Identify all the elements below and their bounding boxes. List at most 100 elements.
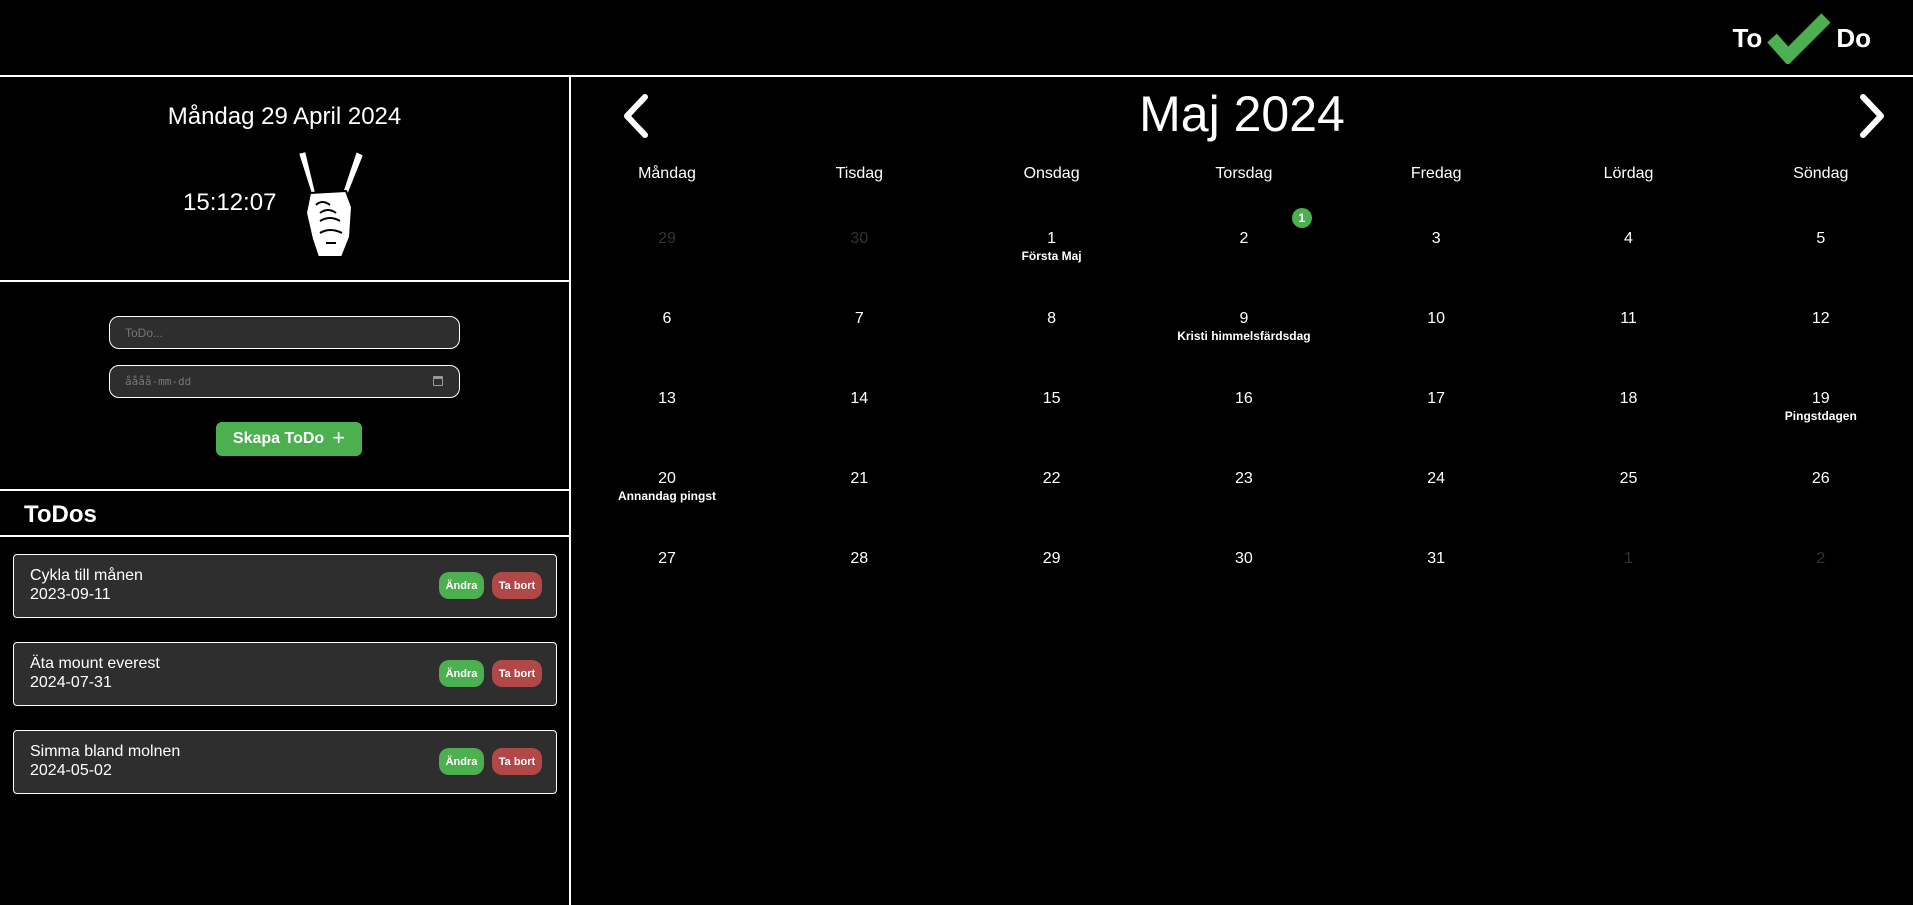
calendar-day[interactable]: 16 <box>1148 390 1340 408</box>
holiday-label: Kristi himmelsfärdsdag <box>1177 329 1311 343</box>
weekday-header: Söndag <box>1793 165 1849 182</box>
calendar-day[interactable]: 21 <box>763 470 955 488</box>
calendar-day[interactable]: 15 <box>956 390 1148 408</box>
calendar-day[interactable]: 11 <box>1533 310 1725 328</box>
calendar-day[interactable]: 27 <box>571 550 763 568</box>
calendar-icon[interactable] <box>433 376 443 386</box>
calendar-day[interactable]: 10 <box>1340 310 1532 328</box>
weekday-header: Onsdag <box>1023 165 1080 182</box>
calendar-day[interactable]: 26 <box>1725 470 1913 488</box>
delete-todo-button[interactable]: Ta bort <box>492 660 542 687</box>
day-number: 25 <box>1619 470 1638 487</box>
day-number: 21 <box>850 470 869 487</box>
day-number: 8 <box>1047 310 1057 327</box>
day-number: 13 <box>658 390 676 407</box>
day-number: 7 <box>854 310 864 327</box>
day-number: 29 <box>658 230 676 247</box>
weekday-header: Måndag <box>638 165 696 182</box>
calendar: Maj 2024 Måndag Tisdag Onsdag Torsdag Fredag… <box>571 77 1913 905</box>
plus-icon: + <box>332 425 346 450</box>
day-number: 3 <box>1431 230 1441 247</box>
rock-hand-icon <box>296 149 366 258</box>
create-todo-label: Skapa ToDo <box>232 430 325 447</box>
day-number: 26 <box>1811 470 1830 487</box>
day-number: 22 <box>1042 470 1061 487</box>
day-number: 5 <box>1816 230 1826 247</box>
day-number: 27 <box>658 550 676 567</box>
edit-todo-button[interactable]: Ändra <box>439 748 484 775</box>
date-input-placeholder: åååå-mm-dd <box>125 375 192 388</box>
calendar-day[interactable]: 1 Första Maj <box>956 230 1148 263</box>
calendar-day[interactable]: 19 Pingstdagen <box>1725 390 1913 423</box>
date-input[interactable]: åååå-mm-dd <box>109 365 460 398</box>
day-number: 2 <box>1239 230 1249 247</box>
edit-todo-button[interactable]: Ändra <box>439 660 484 687</box>
calendar-day[interactable]: 20 Annandag pingst <box>571 470 763 503</box>
calendar-day[interactable]: 9 Kristi himmelsfärdsdag <box>1148 310 1340 343</box>
calendar-day[interactable]: 6 <box>571 310 763 328</box>
calendar-day[interactable]: 28 <box>763 550 955 568</box>
current-time: 15:12:07 <box>183 189 277 216</box>
delete-todo-button[interactable]: Ta bort <box>492 748 542 775</box>
app-header: To Do <box>0 0 1913 77</box>
calendar-day[interactable]: 4 <box>1533 230 1725 248</box>
logo-text-left: To <box>1732 22 1763 53</box>
calendar-day[interactable]: 3 <box>1340 230 1532 248</box>
checkmark-icon <box>1767 13 1831 64</box>
day-number: 29 <box>1042 550 1061 567</box>
day-number: 1 <box>1624 550 1633 567</box>
calendar-day[interactable]: 30 <box>763 230 955 248</box>
calendar-day[interactable]: 22 <box>956 470 1148 488</box>
todo-date: 2023-09-11 <box>30 586 111 603</box>
edit-todo-button[interactable]: Ändra <box>439 572 484 599</box>
create-todo-form: ToDo... åååå-mm-dd Skapa ToDo + <box>0 282 569 491</box>
delete-todo-button[interactable]: Ta bort <box>492 572 542 599</box>
day-number: 28 <box>850 550 869 567</box>
calendar-day[interactable]: 8 <box>956 310 1148 328</box>
weekday-header: Tisdag <box>835 165 884 182</box>
todo-input-placeholder: ToDo... <box>125 325 164 340</box>
todo-item: Simma bland molnen 2024-05-02 Ändra Ta b… <box>13 730 557 794</box>
calendar-day[interactable]: 29 <box>956 550 1148 568</box>
calendar-day[interactable]: 25 <box>1533 470 1725 488</box>
chevron-right-icon[interactable] <box>1857 93 1889 139</box>
weekday-header: Torsdag <box>1215 165 1273 182</box>
calendar-day[interactable]: 14 <box>763 390 955 408</box>
day-number: 1 <box>1047 230 1057 247</box>
calendar-day[interactable]: 17 <box>1340 390 1532 408</box>
holiday-label: Första Maj <box>1021 249 1082 263</box>
create-todo-button[interactable]: Skapa ToDo + <box>216 422 362 456</box>
day-number: 30 <box>850 230 869 247</box>
todos-heading-bar: ToDos <box>0 491 569 537</box>
todo-input[interactable]: ToDo... <box>109 316 460 349</box>
calendar-day[interactable]: 29 <box>571 230 763 248</box>
calendar-day[interactable]: 23 <box>1148 470 1340 488</box>
current-date: Måndag 29 April 2024 <box>167 103 402 130</box>
clock-section: Måndag 29 April 2024 15:12:07 <box>0 77 569 282</box>
day-number: 10 <box>1427 310 1446 327</box>
day-number: 17 <box>1427 390 1446 407</box>
calendar-day[interactable]: 13 <box>571 390 763 408</box>
day-number: 31 <box>1427 550 1446 567</box>
day-number: 30 <box>1234 550 1253 567</box>
calendar-day[interactable]: 18 <box>1533 390 1725 408</box>
calendar-day[interactable]: 31 <box>1340 550 1532 568</box>
weekday-header: Lördag <box>1603 165 1654 182</box>
left-panel: Måndag 29 April 2024 15:12:07 ToDo... åå… <box>0 77 571 905</box>
day-number: 2 <box>1816 550 1826 567</box>
calendar-day[interactable]: 1 <box>1533 550 1725 568</box>
day-number: 20 <box>658 470 676 487</box>
calendar-day[interactable]: 2 <box>1148 230 1340 248</box>
calendar-day[interactable]: 2 <box>1725 550 1913 568</box>
calendar-day[interactable]: 5 <box>1725 230 1913 248</box>
calendar-day[interactable]: 12 <box>1725 310 1913 328</box>
weekday-header: Fredag <box>1410 165 1462 182</box>
day-number: 16 <box>1234 390 1253 407</box>
calendar-day[interactable]: 7 <box>763 310 955 328</box>
todo-title: Simma bland molnen <box>30 743 181 760</box>
calendar-day[interactable]: 24 <box>1340 470 1532 488</box>
logo: To Do <box>1732 12 1871 64</box>
logo-text-right: Do <box>1836 22 1871 53</box>
calendar-day[interactable]: 30 <box>1148 550 1340 568</box>
day-number: 19 <box>1811 390 1830 407</box>
